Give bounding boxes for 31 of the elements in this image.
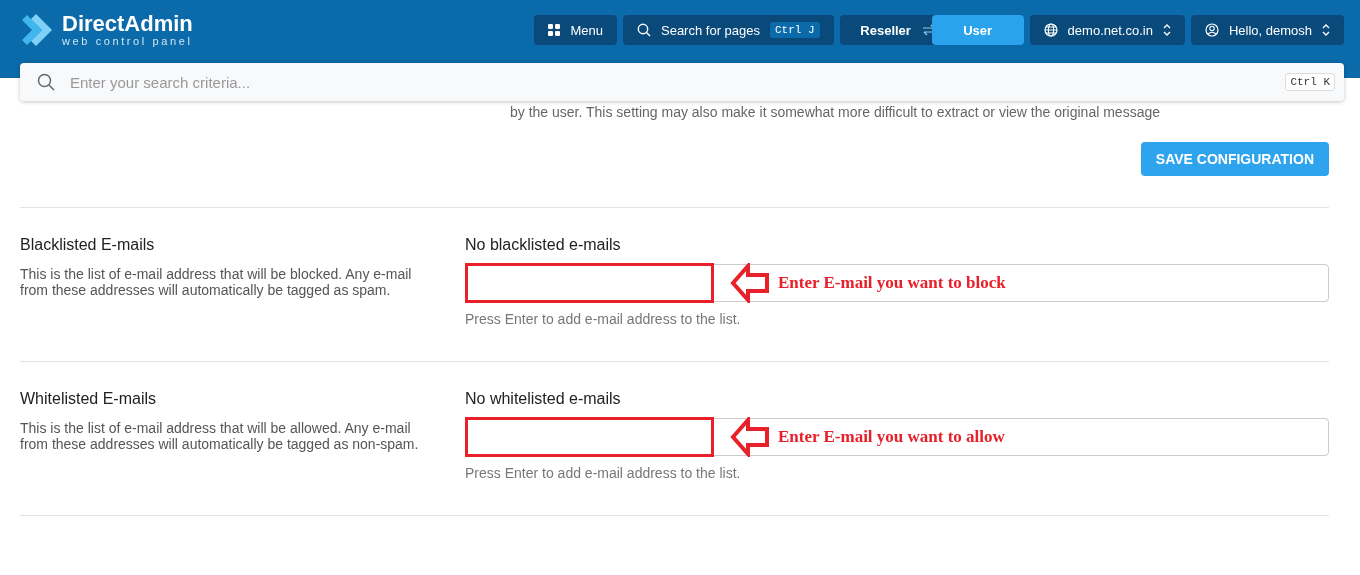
help-text: Press Enter to add e-mail address to the list. bbox=[465, 465, 742, 481]
arrow-icon bbox=[730, 263, 770, 303]
annotation-text: Enter E-mail you want to allow bbox=[778, 427, 1005, 447]
help-text: Press Enter to add e-mail address to the list. bbox=[465, 311, 742, 327]
domain-select[interactable]: demo.net.co.in bbox=[1029, 15, 1185, 45]
role-tab[interactable]: Reseller bbox=[839, 15, 932, 45]
list-status: No blacklisted e-mails bbox=[465, 236, 622, 255]
setting-description: by the user. This setting may also make it somewhat more difficult to extract or view the original message bbox=[510, 104, 1161, 120]
section-title: Blacklisted E-mails bbox=[20, 236, 156, 255]
chevron-icon bbox=[1322, 24, 1330, 36]
button-label: Search for pages bbox=[661, 22, 760, 38]
grid-icon bbox=[548, 24, 561, 36]
user-menu[interactable]: Hello, demosh bbox=[1190, 15, 1344, 45]
select-value: demo.net.co.in bbox=[1067, 22, 1153, 38]
chevron-icon bbox=[1162, 24, 1171, 36]
user-icon bbox=[1204, 23, 1219, 37]
section-title: Whitelisted E-mails bbox=[20, 390, 158, 409]
logo-subtitle: web control panel bbox=[62, 34, 193, 48]
shortcut-key: Ctrl J bbox=[770, 22, 820, 38]
menu-button[interactable]: Menu bbox=[534, 15, 617, 45]
shortcut-key: Ctrl K bbox=[1285, 73, 1335, 91]
page-search-button[interactable]: Search for pages Ctrl J bbox=[623, 15, 834, 45]
section-description: This is the list of e-mail address that will be allowed. Any e-mail from these addresses will automatically be tagged as non-spam. bbox=[20, 420, 420, 452]
annotation-text: Enter E-mail you want to block bbox=[778, 273, 1006, 293]
list-status: No whitelisted e-mails bbox=[465, 390, 622, 409]
arrow-icon bbox=[730, 417, 770, 457]
user-name: Hello, demosh bbox=[1228, 22, 1312, 38]
search-icon bbox=[637, 23, 651, 37]
section-description: This is the list of e-mail address that will be blocked. Any e-mail from these addresses will automatically be tagged as spam. bbox=[20, 266, 413, 298]
logo-title: DirectAdmin bbox=[62, 12, 193, 35]
globe-icon bbox=[1043, 23, 1058, 37]
